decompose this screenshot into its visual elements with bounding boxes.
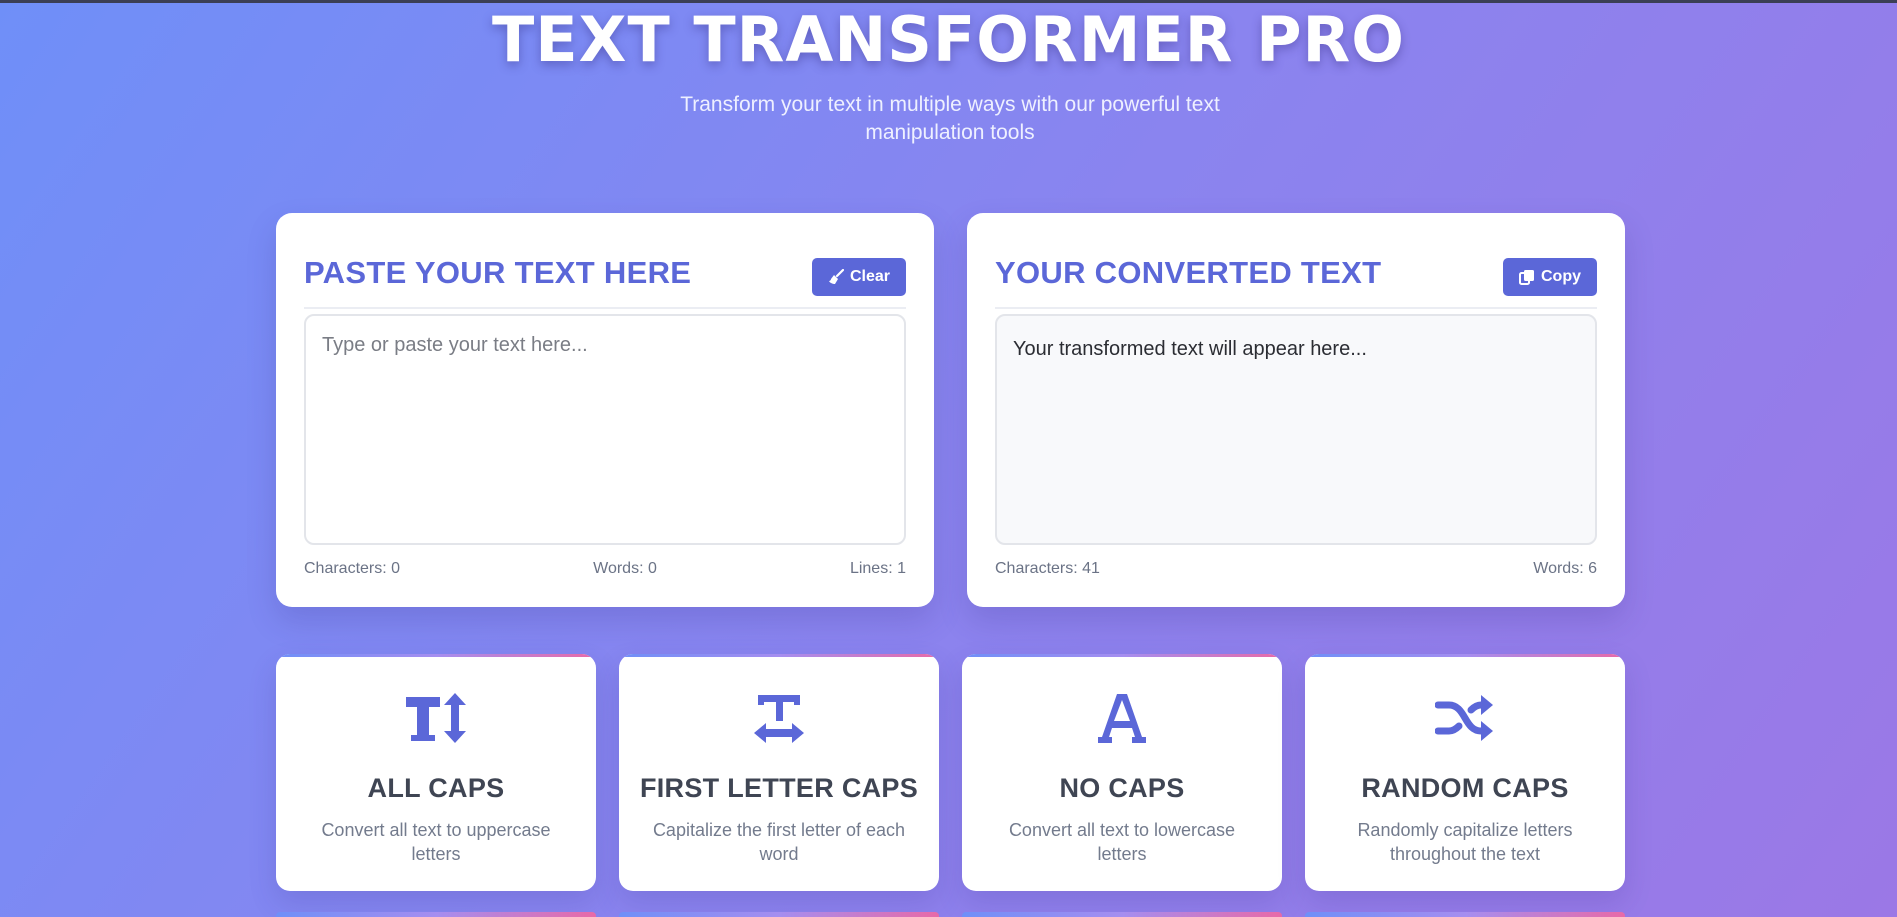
no-caps-title: NO CAPS bbox=[1059, 773, 1185, 803]
app-title: TEXT TRANSFORMER PRO bbox=[492, 3, 1405, 76]
copy-button-label: Copy bbox=[1541, 268, 1581, 285]
all-caps-card[interactable]: ALL CAPS Convert all text to uppercase l… bbox=[276, 654, 596, 891]
shuffle-icon bbox=[1305, 688, 1625, 748]
input-line-count: Lines: 1 bbox=[849, 560, 906, 577]
input-word-count: Words: 0 bbox=[593, 560, 657, 577]
output-panel-title: YOUR CONVERTED TEXT bbox=[995, 255, 1382, 290]
output-panel: YOUR CONVERTED TEXT Copy Your transforme… bbox=[967, 213, 1625, 607]
font-icon bbox=[962, 688, 1282, 748]
app-subtitle: Transform your text in multiple ways wit… bbox=[680, 93, 1220, 144]
output-panel-header: YOUR CONVERTED TEXT Copy bbox=[995, 243, 1597, 309]
all-caps-description: Convert all text to uppercase letters bbox=[321, 820, 551, 864]
input-panel-header: PASTE YOUR TEXT HERE Clear bbox=[304, 243, 906, 309]
clear-button-label: Clear bbox=[849, 268, 890, 285]
no-caps-card[interactable]: NO CAPS Convert all text to lowercase le… bbox=[962, 654, 1282, 891]
next-card-edge-4 bbox=[1305, 912, 1625, 917]
input-stats: Characters: 0 Words: 0 Lines: 1 bbox=[304, 560, 906, 580]
input-panel-title: PASTE YOUR TEXT HERE bbox=[304, 255, 692, 290]
first-letter-caps-title: FIRST LETTER CAPS bbox=[639, 773, 919, 803]
first-letter-caps-card[interactable]: FIRST LETTER CAPS Capitalize the first l… bbox=[619, 654, 939, 891]
output-character-count: Characters: 41 bbox=[995, 560, 1100, 577]
random-caps-card[interactable]: RANDOM CAPS Randomly capitalize letters … bbox=[1305, 654, 1625, 891]
output-stats: Characters: 41 Words: 6 bbox=[995, 560, 1597, 580]
text-width-icon bbox=[619, 688, 939, 748]
copy-button[interactable]: Copy bbox=[1503, 258, 1597, 296]
next-card-edge-2 bbox=[619, 912, 939, 917]
random-caps-title: RANDOM CAPS bbox=[1361, 773, 1569, 803]
input-character-count: Characters: 0 bbox=[304, 560, 401, 577]
text-height-icon bbox=[276, 688, 596, 748]
copy-icon bbox=[1519, 269, 1535, 285]
broom-icon bbox=[828, 268, 845, 285]
output-word-count: Words: 6 bbox=[1533, 560, 1597, 577]
input-textarea[interactable] bbox=[304, 314, 906, 545]
next-card-edge-1 bbox=[276, 912, 596, 917]
random-caps-description: Randomly capitalize letters throughout t… bbox=[1357, 820, 1573, 864]
all-caps-title: ALL CAPS bbox=[367, 773, 505, 803]
first-letter-caps-description: Capitalize the first letter of each word bbox=[652, 820, 906, 864]
input-panel: PASTE YOUR TEXT HERE Clear Characters: 0… bbox=[276, 213, 934, 607]
output-text[interactable]: Your transformed text will appear here..… bbox=[995, 314, 1597, 545]
no-caps-description: Convert all text to lowercase letters bbox=[1008, 820, 1236, 864]
clear-button[interactable]: Clear bbox=[811, 258, 906, 296]
next-card-edge-3 bbox=[962, 912, 1282, 917]
